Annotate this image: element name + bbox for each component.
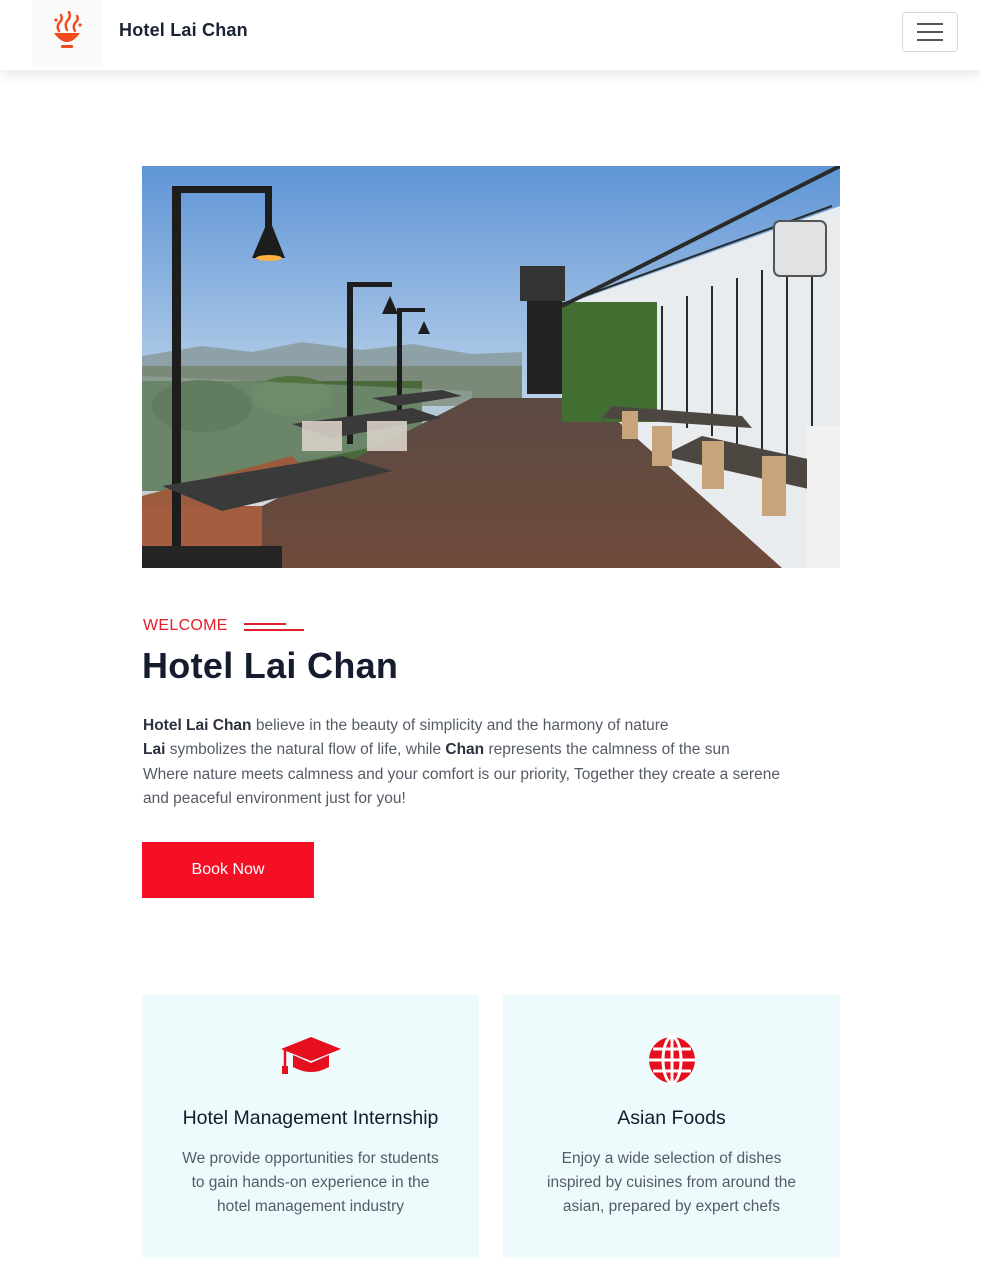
hamburger-line bbox=[917, 31, 943, 33]
book-now-button[interactable]: Book Now bbox=[142, 842, 314, 898]
feature-description: Enjoy a wide selection of dishes inspire… bbox=[525, 1147, 818, 1219]
desc-line-4: and peaceful environment just for you! bbox=[143, 789, 406, 807]
brand-name[interactable]: Hotel Lai Chan bbox=[119, 20, 248, 41]
steaming-bowl-icon bbox=[50, 10, 84, 56]
page-title: Hotel Lai Chan bbox=[142, 645, 399, 686]
graduation-cap-icon bbox=[142, 1035, 479, 1085]
hero-image bbox=[142, 166, 840, 568]
feature-title: Hotel Management Internship bbox=[182, 1107, 439, 1129]
feature-text-line: Enjoy a wide selection of dishes bbox=[561, 1150, 782, 1167]
feature-card-asian-foods: Asian Foods Enjoy a wide selection of di… bbox=[503, 995, 840, 1258]
desc-line-1: Hotel Lai Chan believe in the beauty of … bbox=[143, 717, 669, 734]
decorative-lines bbox=[243, 620, 304, 632]
welcome-eyebrow: WELCOME bbox=[143, 617, 304, 635]
feature-card-internship: Hotel Management Internship We provide o… bbox=[142, 995, 479, 1258]
navbar: Hotel Lai Chan bbox=[0, 0, 981, 70]
desc-line-3: Where nature meets calmness and your com… bbox=[143, 765, 780, 783]
feature-description: We provide opportunities for students to… bbox=[164, 1147, 457, 1219]
about-description: Hotel Lai Chan believe in the beauty of … bbox=[143, 714, 833, 811]
feature-title: Asian Foods bbox=[617, 1107, 726, 1129]
hamburger-line bbox=[917, 39, 943, 41]
desc-line-2: Lai symbolizes the natural flow of life,… bbox=[143, 741, 730, 759]
hamburger-menu-icon bbox=[917, 23, 943, 25]
welcome-label: WELCOME bbox=[143, 617, 228, 634]
feature-text-line: asian, prepared by expert chefs bbox=[562, 1198, 781, 1215]
feature-text-line: inspired by cuisines from around the bbox=[547, 1174, 796, 1191]
feature-text-line: hotel management industry bbox=[217, 1198, 404, 1215]
globe-icon bbox=[503, 1035, 840, 1085]
feature-text-line: We provide opportunities for students bbox=[182, 1150, 439, 1167]
feature-text-line: to gain hands-on experience in the bbox=[191, 1174, 430, 1191]
logo-link[interactable] bbox=[32, 0, 102, 66]
hamburger-menu-button[interactable] bbox=[902, 12, 958, 52]
